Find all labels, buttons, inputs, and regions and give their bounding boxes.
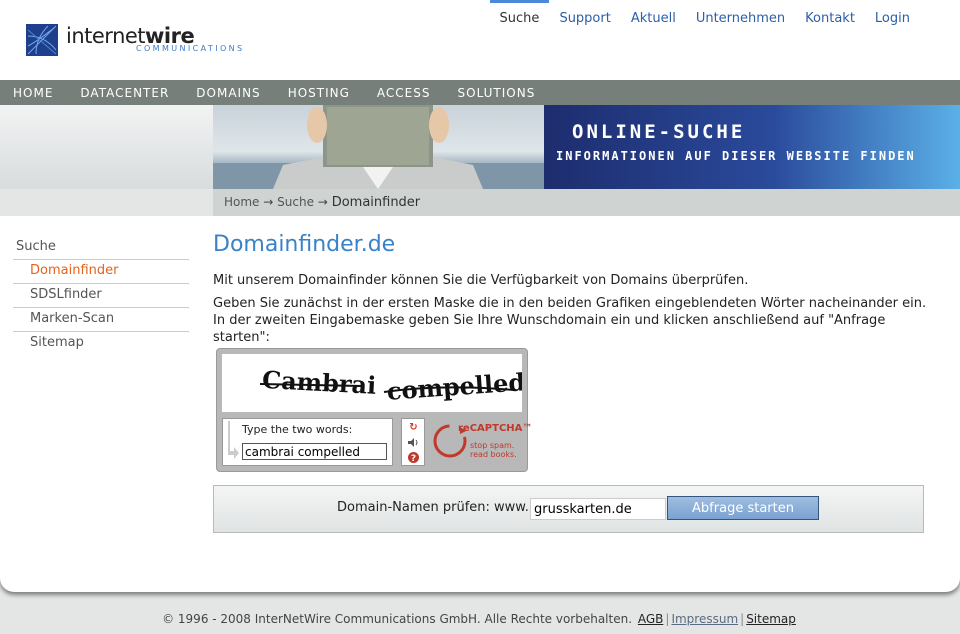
topnav-support[interactable]: Support bbox=[549, 0, 620, 28]
breadcrumb: Home → Suche → Domainfinder bbox=[224, 195, 420, 210]
mainnav-datacenter[interactable]: DATACENTER bbox=[67, 80, 183, 105]
footer-separator: | bbox=[740, 612, 745, 626]
banner-title: ONLINE-SUCHE bbox=[572, 121, 746, 143]
globe-logo-icon bbox=[26, 24, 58, 56]
topnav-kontakt[interactable]: Kontakt bbox=[795, 0, 865, 28]
audio-icon[interactable] bbox=[407, 436, 420, 449]
breadcrumb-arrow: → bbox=[263, 195, 274, 209]
breadcrumb-suche[interactable]: Suche bbox=[277, 195, 314, 209]
instructions-text: Geben Sie zunächst in der ersten Maske d… bbox=[213, 296, 927, 345]
brand-subtitle: COMMUNICATIONS bbox=[136, 44, 245, 53]
refresh-icon[interactable]: ↻ bbox=[407, 421, 420, 434]
topnav-aktuell[interactable]: Aktuell bbox=[621, 0, 686, 28]
recaptcha-tagline: stop spam. read books. bbox=[470, 441, 517, 459]
help-icon[interactable]: ? bbox=[407, 451, 420, 464]
captcha-word-1: Cambrai bbox=[261, 365, 377, 400]
banner-title-panel: ONLINE-SUCHE INFORMATIONEN AUF DIESER WE… bbox=[544, 105, 960, 189]
recaptcha-brand: reCAPTCHA™ bbox=[458, 423, 533, 434]
footer: © 1996 - 2008 InterNetWire Communication… bbox=[0, 612, 960, 626]
captcha-response-panel: Type the two words: bbox=[222, 418, 393, 466]
footer-link-agb[interactable]: AGB bbox=[638, 612, 664, 626]
breadcrumb-bar: Home → Suche → Domainfinder bbox=[0, 189, 960, 216]
mainnav-hosting[interactable]: HOSTING bbox=[275, 80, 364, 105]
captcha-image: Cambrai compelled bbox=[222, 354, 522, 412]
breadcrumb-home[interactable]: Home bbox=[224, 195, 259, 209]
main-content: Domainfinder.de Mit unserem Domainfinder… bbox=[213, 232, 933, 345]
captcha-input[interactable] bbox=[242, 443, 387, 460]
banner-photo bbox=[213, 105, 544, 189]
topnav-suche[interactable]: Suche bbox=[489, 0, 550, 28]
breadcrumb-panel: Home → Suche → Domainfinder bbox=[213, 189, 960, 216]
topnav-login[interactable]: Login bbox=[865, 0, 920, 28]
breadcrumb-spacer bbox=[0, 189, 213, 216]
captcha-controls: ↻ ? bbox=[401, 418, 425, 466]
copyright-text: © 1996 - 2008 InterNetWire Communication… bbox=[162, 612, 633, 626]
page: internetwire COMMUNICATIONS Suche Suppor… bbox=[0, 0, 960, 592]
captcha-prompt: Type the two words: bbox=[242, 423, 353, 436]
sidebar-item-domainfinder[interactable]: Domainfinder bbox=[13, 260, 189, 284]
svg-text:?: ? bbox=[411, 454, 416, 464]
domain-check-form: Domain-Namen prüfen: www. Abfrage starte… bbox=[213, 485, 924, 533]
sidebar-item-sitemap[interactable]: Sitemap bbox=[13, 332, 189, 356]
sidebar: Suche Domainfinder SDSLfinder Marken-Sca… bbox=[13, 236, 189, 356]
businessman-photo bbox=[213, 105, 544, 189]
mainnav-home[interactable]: HOME bbox=[0, 80, 67, 105]
footer-link-sitemap[interactable]: Sitemap bbox=[746, 612, 796, 626]
breadcrumb-current: Domainfinder bbox=[331, 195, 421, 210]
sidebar-item-suche[interactable]: Suche bbox=[13, 236, 189, 260]
arrow-icon bbox=[228, 421, 239, 459]
banner-left-panel bbox=[0, 105, 213, 189]
mainnav-solutions[interactable]: SOLUTIONS bbox=[445, 80, 550, 105]
footer-link-impressum[interactable]: Impressum bbox=[671, 612, 738, 626]
banner: ONLINE-SUCHE INFORMATIONEN AUF DIESER WE… bbox=[0, 105, 960, 189]
mainnav-access[interactable]: ACCESS bbox=[364, 80, 445, 105]
footer-separator: | bbox=[665, 612, 670, 626]
top-nav: Suche Support Aktuell Unternehmen Kontak… bbox=[489, 0, 920, 28]
domain-label: Domain-Namen prüfen: www. bbox=[337, 500, 529, 515]
submit-query-button[interactable]: Abfrage starten bbox=[667, 496, 819, 520]
recaptcha-widget: Cambrai compelled Type the two words: ↻ … bbox=[216, 348, 532, 472]
topnav-unternehmen[interactable]: Unternehmen bbox=[686, 0, 795, 28]
captcha-words: Cambrai compelled bbox=[259, 365, 522, 406]
sidebar-item-marken-scan[interactable]: Marken-Scan bbox=[13, 308, 189, 332]
domain-input[interactable] bbox=[530, 498, 666, 520]
page-title: Domainfinder.de bbox=[213, 232, 396, 257]
recaptcha-logo[interactable]: reCAPTCHA™ stop spam. read books. bbox=[430, 421, 532, 467]
breadcrumb-arrow: → bbox=[317, 195, 328, 209]
mainnav-domains[interactable]: DOMAINS bbox=[183, 80, 274, 105]
banner-subtitle: INFORMATIONEN AUF DIESER WEBSITE FINDEN bbox=[556, 149, 916, 163]
main-nav: HOME DATACENTER DOMAINS HOSTING ACCESS S… bbox=[0, 80, 960, 105]
sidebar-item-sdslfinder[interactable]: SDSLfinder bbox=[13, 284, 189, 308]
intro-text: Mit unserem Domainfinder können Sie die … bbox=[213, 273, 749, 288]
